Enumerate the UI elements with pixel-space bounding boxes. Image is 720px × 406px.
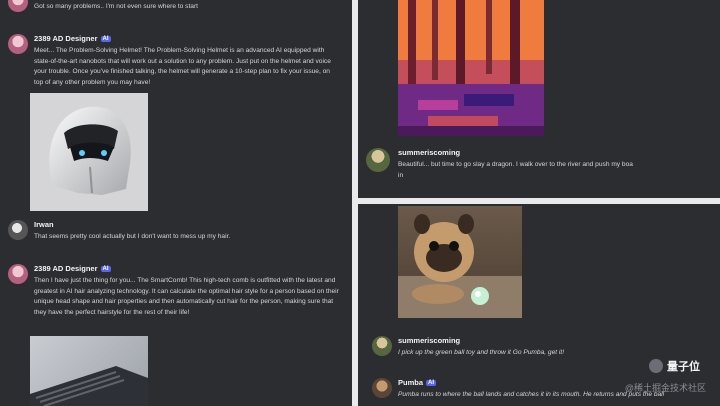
right-bottom-chat-panel: summeriscoming I pick up the green ball …: [358, 204, 720, 406]
avatar[interactable]: [372, 336, 392, 356]
author-name[interactable]: 2389 AD Designer AI: [34, 264, 340, 273]
avatar[interactable]: [8, 0, 28, 12]
message-text: I pick up the green ball toy and throw i…: [398, 349, 565, 356]
message-text: Beautiful... but time to go slay a drago…: [398, 161, 633, 179]
ai-badge: AI: [426, 380, 437, 386]
right-top-chat-panel: summeriscoming Beautiful... but time to …: [358, 0, 720, 198]
avatar[interactable]: [8, 220, 28, 240]
comb-image[interactable]: [30, 336, 148, 406]
author-name[interactable]: Irwan: [34, 220, 340, 229]
pug-ball-image[interactable]: [398, 206, 522, 318]
ai-badge: AI: [100, 266, 111, 272]
pixel-forest-illustration: [398, 0, 544, 136]
message-text: That seems pretty cool actually but I do…: [34, 233, 231, 240]
comb-illustration: [30, 366, 148, 406]
watermark-brand: 量子位: [649, 358, 700, 374]
avatar[interactable]: [366, 148, 390, 172]
avatar[interactable]: [372, 378, 392, 398]
avatar[interactable]: [8, 34, 28, 54]
left-chat-panel: Got so many problems.. I'm not even sure…: [0, 0, 352, 406]
author-name[interactable]: summeriscoming: [398, 148, 716, 157]
author-name[interactable]: 2389 AD Designer AI: [34, 34, 340, 43]
message-text: Meet... The Problem-Solving Helmet! The …: [34, 47, 331, 86]
avatar[interactable]: [8, 264, 28, 284]
pug-ball-illustration: [398, 214, 522, 318]
author-name[interactable]: summeriscoming: [398, 336, 708, 345]
helmet-image[interactable]: [30, 93, 148, 211]
watermark-source: @稀土掘金技术社区: [624, 383, 706, 393]
helmet-illustration: [49, 106, 131, 195]
watermark-brand-text: 量子位: [667, 361, 700, 373]
pixel-forest-image[interactable]: [398, 0, 544, 136]
message-text: Got so many problems.. I'm not even sure…: [34, 3, 198, 10]
message-text: Then I have just the thing for you... Th…: [34, 277, 339, 316]
wechat-icon: [649, 359, 663, 373]
ai-badge: AI: [100, 36, 111, 42]
